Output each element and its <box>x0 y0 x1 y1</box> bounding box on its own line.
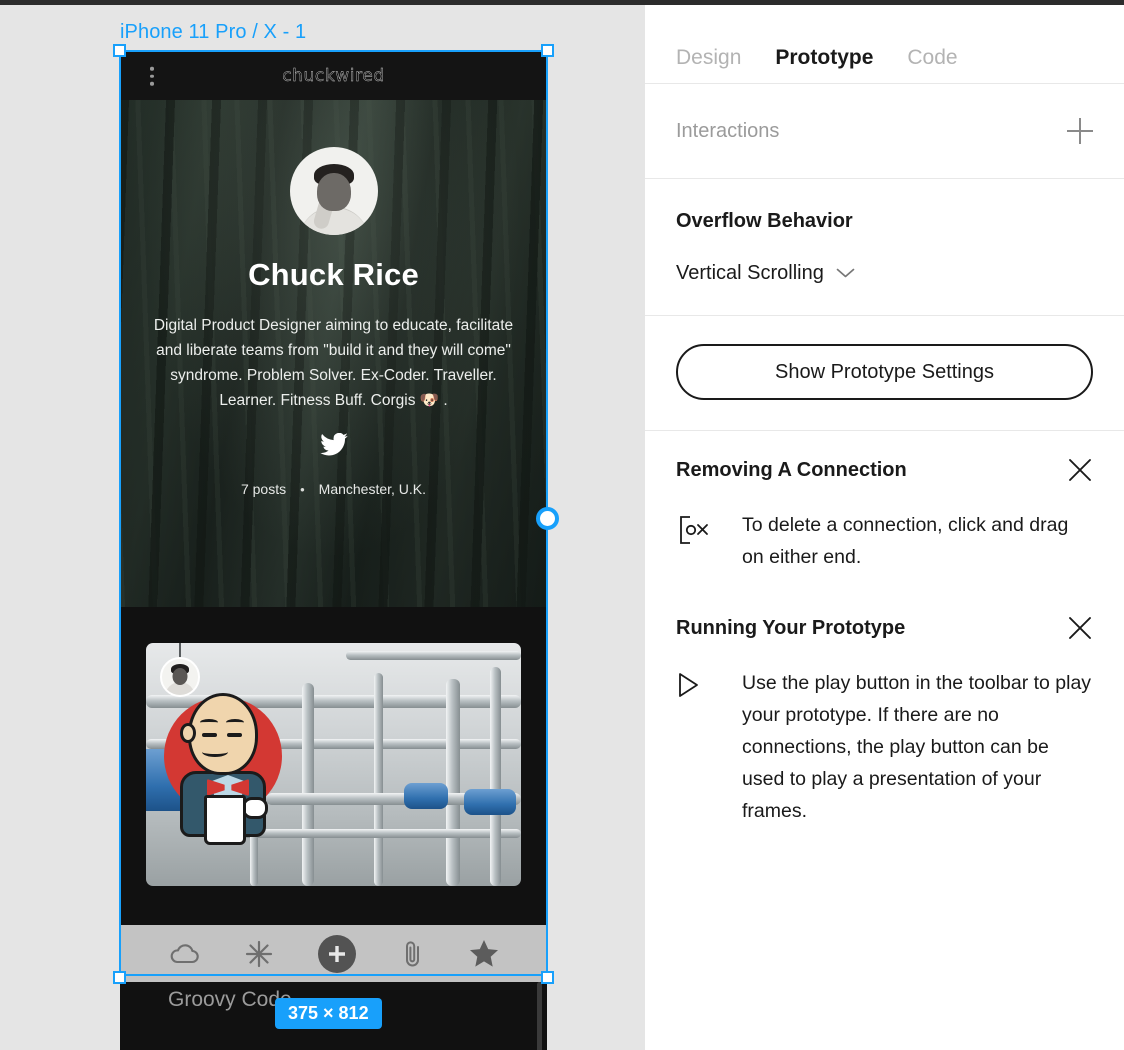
resize-handle-top-left[interactable] <box>113 44 126 57</box>
tip-running-your-prototype: Running Your Prototype Use the play butt… <box>645 583 1124 837</box>
interactions-row: Interactions <box>645 84 1124 178</box>
tip-text: Use the play button in the toolbar to pl… <box>742 672 1092 822</box>
app-header: chuckwired <box>120 52 547 100</box>
feed <box>120 607 547 886</box>
tab-prototype[interactable]: Prototype <box>775 46 873 70</box>
scrollbar[interactable] <box>537 982 542 1050</box>
interactions-label: Interactions <box>676 119 780 142</box>
resize-handle-top-right[interactable] <box>541 44 554 57</box>
post-image[interactable] <box>146 643 521 886</box>
resize-handle-bottom-right[interactable] <box>541 971 554 984</box>
app-brand-logo: chuckwired <box>282 66 385 86</box>
bottom-navigation <box>120 925 547 982</box>
twitter-icon[interactable] <box>120 432 547 461</box>
asterisk-icon[interactable] <box>245 940 273 968</box>
phone-frame[interactable]: chuckwired Chuck Rice Digital Product De… <box>120 52 547 1050</box>
figma-window: iPhone 11 Pro / X - 1 chuckwired Chuck R… <box>0 0 1124 1050</box>
overflow-behavior-select[interactable]: Vertical Scrolling <box>676 262 1093 285</box>
page-title: Chuck Rice <box>248 257 419 292</box>
cloud-icon[interactable] <box>169 943 199 965</box>
stats-separator: • <box>300 481 305 497</box>
tab-design[interactable]: Design <box>676 46 741 70</box>
close-icon[interactable] <box>1067 457 1093 483</box>
prototype-settings-wrap: Show Prototype Settings <box>645 316 1124 430</box>
prototype-connection-handle[interactable] <box>536 507 559 530</box>
profile-stats: 7 posts • Manchester, U.K. <box>120 481 547 497</box>
overflow-value: Vertical Scrolling <box>676 262 824 284</box>
show-prototype-settings-button[interactable]: Show Prototype Settings <box>676 344 1093 400</box>
paperclip-icon[interactable] <box>402 939 424 969</box>
add-interaction-button[interactable] <box>1067 118 1093 144</box>
tip-title: Running Your Prototype <box>676 616 906 639</box>
tip-title: Removing A Connection <box>676 458 907 481</box>
profile-bio: Digital Product Designer aiming to educa… <box>153 317 514 409</box>
design-canvas[interactable]: iPhone 11 Pro / X - 1 chuckwired Chuck R… <box>0 5 644 1050</box>
next-frame-title: Groovy Code <box>168 988 292 1011</box>
tip-removing-a-connection: Removing A Connection To delete a connec… <box>645 431 1124 583</box>
remove-connection-icon <box>676 509 722 573</box>
overflow-heading: Overflow Behavior <box>676 210 853 232</box>
star-icon[interactable] <box>470 940 499 967</box>
frame-size-badge: 375 × 812 <box>275 998 382 1029</box>
tab-code[interactable]: Code <box>907 46 957 70</box>
location-label: Manchester, U.K. <box>318 481 427 497</box>
resize-handle-bottom-left[interactable] <box>113 971 126 984</box>
tip-text: To delete a connection, click and drag o… <box>742 514 1069 568</box>
profile-hero: Chuck Rice Digital Product Designer aimi… <box>120 100 547 607</box>
avatar <box>289 147 378 235</box>
post-count: 7 posts <box>240 481 287 497</box>
play-icon <box>676 667 722 827</box>
plus-icon[interactable] <box>318 934 357 973</box>
frame-label[interactable]: iPhone 11 Pro / X - 1 <box>120 21 306 44</box>
overflow-behavior-section: Overflow Behavior Vertical Scrolling <box>645 179 1124 315</box>
close-icon[interactable] <box>1067 615 1093 641</box>
post-author-avatar[interactable] <box>160 657 200 697</box>
panel-tabs: Design Prototype Code <box>645 5 1124 83</box>
kebab-menu-icon[interactable] <box>150 66 154 86</box>
chevron-down-icon <box>836 262 855 285</box>
jenkins-mascot-icon <box>164 675 292 845</box>
right-panel: Design Prototype Code Interactions Overf… <box>644 5 1124 1050</box>
